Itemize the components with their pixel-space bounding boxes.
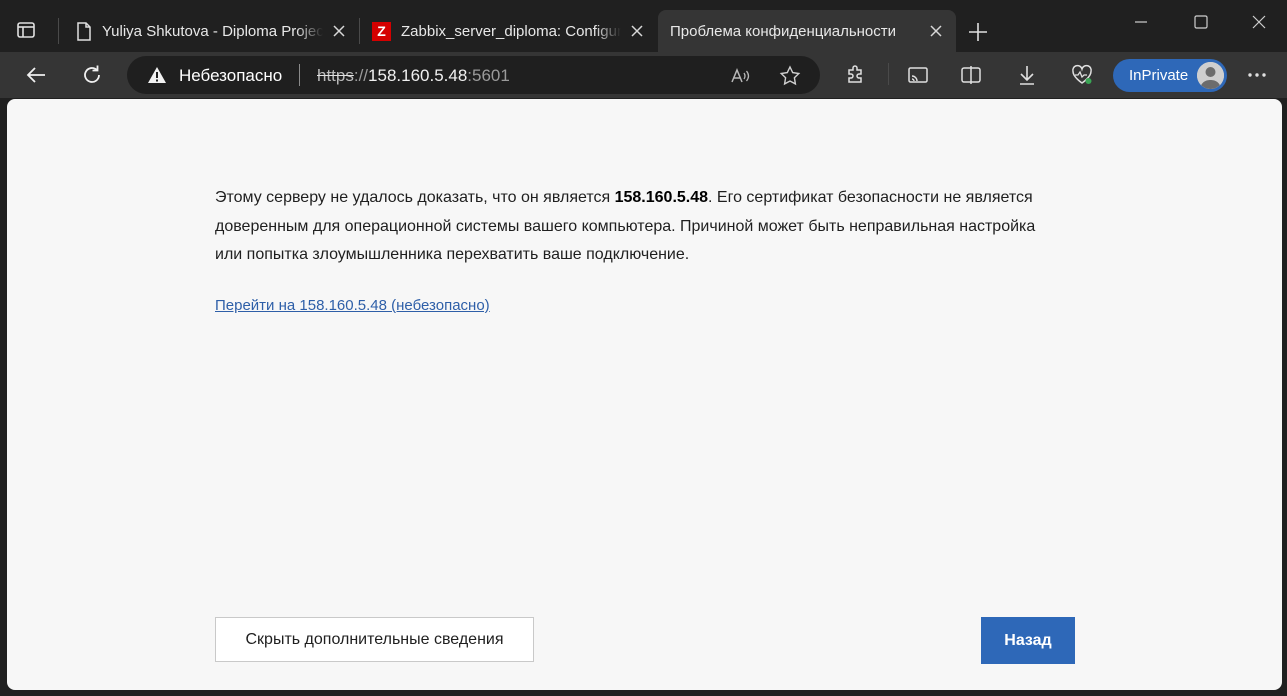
error-message: Этому серверу не удалось доказать, что о… <box>215 184 1055 270</box>
close-icon[interactable] <box>928 23 944 39</box>
error-message-host: 158.160.5.48 <box>614 189 709 206</box>
window-close-icon[interactable] <box>1249 12 1269 32</box>
tab-strip: Yuliya Shkutova - Diploma Project Z Zabb… <box>0 0 1287 52</box>
proceed-unsafe-link[interactable]: Перейти на 158.160.5.48 (небезопасно) <box>215 297 490 314</box>
hide-details-button[interactable]: Скрыть дополнительные сведения <box>215 617 534 662</box>
url-port: :5601 <box>467 66 510 85</box>
inprivate-label: InPrivate <box>1129 67 1189 84</box>
favorite-star-icon[interactable] <box>779 65 801 87</box>
omnibox-divider <box>299 64 300 86</box>
close-icon[interactable] <box>331 23 347 39</box>
inprivate-profile-button[interactable]: InPrivate <box>1113 59 1227 92</box>
settings-more-icon[interactable] <box>1245 63 1269 87</box>
new-tab-icon[interactable] <box>966 20 990 44</box>
browser-essentials-heart-icon[interactable] <box>1070 63 1094 87</box>
url-scheme: https <box>317 66 354 85</box>
error-message-text: Этому серверу не удалось доказать, что о… <box>215 189 615 206</box>
browser-toolbar: Небезопасно https://158.160.5.48:5601 <box>0 52 1287 98</box>
download-icon[interactable] <box>1015 63 1039 87</box>
tab-actions-icon[interactable] <box>16 20 36 40</box>
cast-media-icon[interactable] <box>906 63 930 87</box>
url-host: 158.160.5.48 <box>368 66 468 85</box>
close-icon[interactable] <box>629 23 645 39</box>
url-text[interactable]: https://158.160.5.48:5601 <box>317 66 510 86</box>
tab-diploma-project[interactable]: Yuliya Shkutova - Diploma Project <box>64 10 359 52</box>
address-bar[interactable]: Небезопасно https://158.160.5.48:5601 <box>127 56 820 94</box>
toolbar-separator <box>888 63 889 85</box>
tab-zabbix-configuration[interactable]: Z Zabbix_server_diploma: Configuration <box>360 10 657 52</box>
page-content: Этому серверу не удалось доказать, что о… <box>7 99 1282 690</box>
tab-title: Yuliya Shkutova - Diploma Project <box>102 22 323 40</box>
go-back-button[interactable]: Назад <box>981 617 1075 664</box>
tab-title: Проблема конфиденциальности <box>670 22 897 40</box>
url-separator: :// <box>353 66 369 85</box>
security-status-label[interactable]: Небезопасно <box>179 66 282 86</box>
read-aloud-icon[interactable] <box>729 65 751 87</box>
split-screen-icon[interactable] <box>959 63 983 87</box>
refresh-icon[interactable] <box>80 63 104 87</box>
tab-privacy-error[interactable]: Проблема конфиденциальности <box>658 10 956 52</box>
extensions-puzzle-icon[interactable] <box>844 63 868 87</box>
tab-title: Zabbix_server_diploma: Configuration <box>401 22 621 40</box>
back-arrow-icon[interactable] <box>24 63 48 87</box>
maximize-icon[interactable] <box>1191 12 1211 32</box>
page-icon <box>77 21 91 41</box>
minimize-icon[interactable] <box>1131 12 1151 32</box>
profile-avatar-icon <box>1197 62 1224 89</box>
tab-separator <box>58 18 59 44</box>
warning-icon[interactable] <box>147 66 167 84</box>
zabbix-favicon: Z <box>372 21 391 41</box>
avatar <box>1197 62 1224 89</box>
